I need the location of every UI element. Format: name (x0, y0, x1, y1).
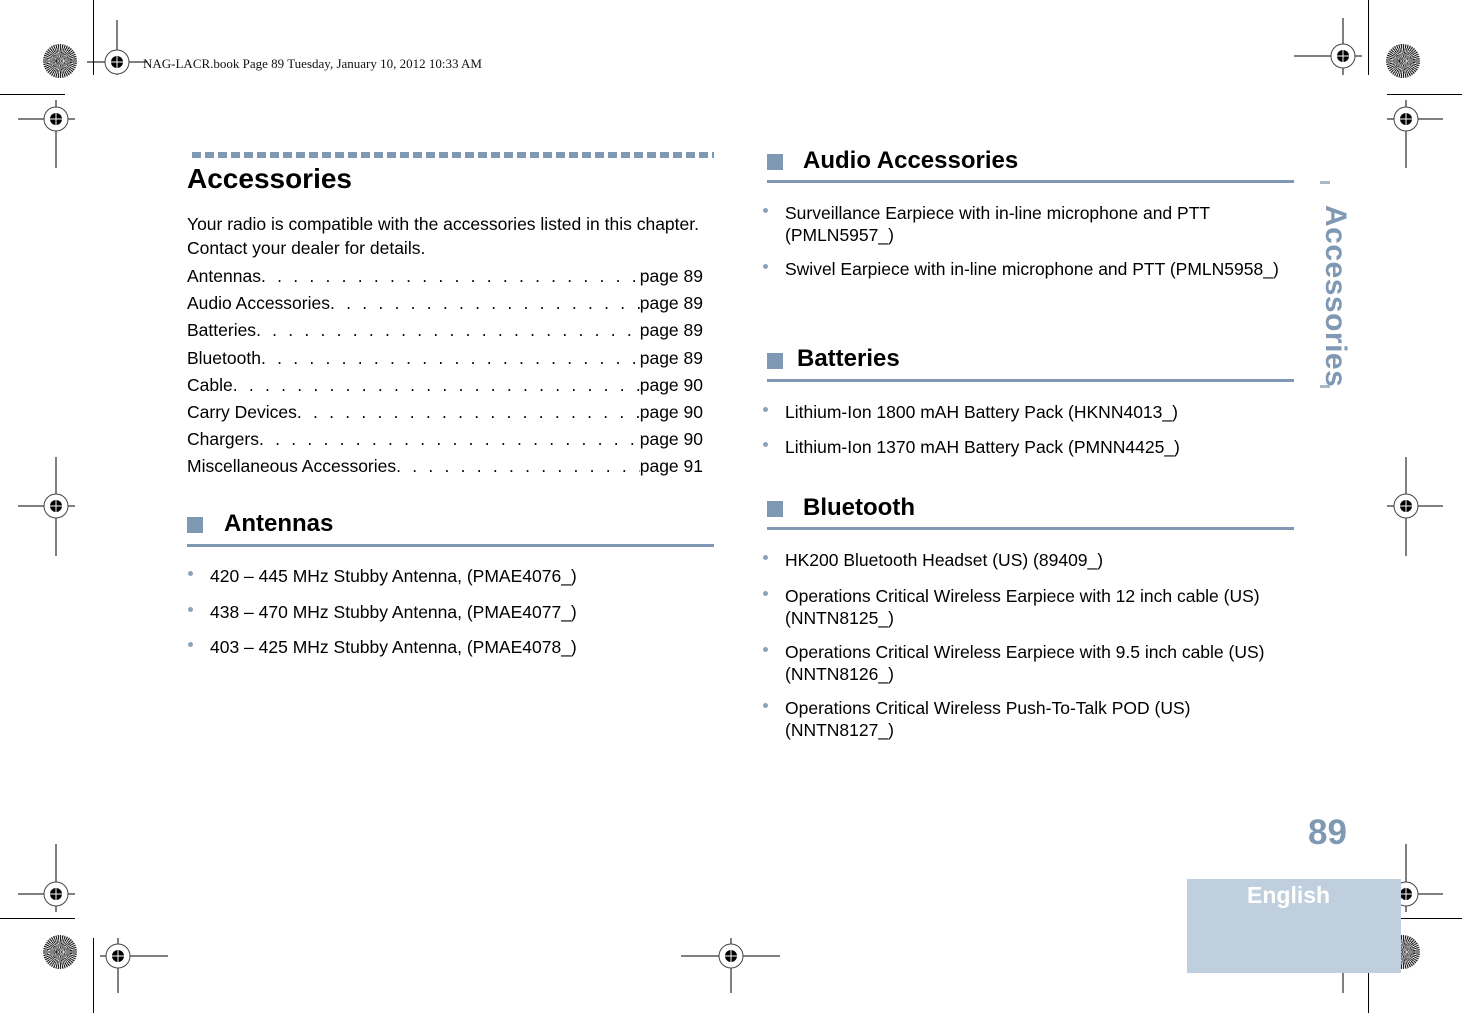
toc-label: Batteries (187, 320, 257, 341)
list-item: Operations Critical Wireless Earpiece wi… (762, 641, 1296, 685)
toc-label: Cable (187, 374, 233, 395)
section-title: Bluetooth (803, 494, 915, 521)
toc-label: Audio Accessories (187, 293, 330, 314)
toc-entry-chargers[interactable]: Chargers page 90 (187, 426, 703, 453)
toc-leader (330, 290, 640, 317)
section-square-icon (187, 517, 203, 533)
toc-page: page 89 (639, 320, 703, 341)
toc-entry-bluetooth[interactable]: Bluetooth page 89 (187, 345, 703, 372)
bullet-icon (763, 647, 768, 652)
list-item: Surveillance Earpiece with in-line micro… (762, 202, 1292, 246)
toc-leader (261, 263, 640, 290)
toc-label: Antennas (187, 266, 261, 286)
section-title: Batteries (797, 345, 900, 372)
list-item: HK200 Bluetooth Headset (US) (89409_) (762, 549, 1296, 571)
list-item: Lithium-Ion 1370 mAH Battery Pack (PMNN4… (762, 436, 1292, 458)
toc-page: page 89 (639, 347, 703, 368)
toc-label: Bluetooth (187, 347, 261, 368)
toc-leader (396, 453, 640, 480)
bullet-icon (763, 208, 768, 213)
section-heading-bluetooth: Bluetooth (767, 491, 1294, 533)
table-of-contents: Antennas page 89 Audio Accessories page 89… (187, 263, 703, 481)
bullet-icon (763, 703, 768, 708)
toc-page: page 90 (639, 401, 703, 422)
section-square-icon (767, 501, 783, 517)
section-rule (187, 544, 714, 547)
side-tab-tick (1320, 385, 1330, 388)
side-tab-label: Accessories (1319, 205, 1352, 388)
section-square-icon (767, 154, 783, 170)
bullet-icon (763, 264, 768, 269)
toc-leader (233, 372, 640, 399)
bullet-icon (763, 555, 768, 560)
side-tab-tick (1320, 181, 1330, 184)
list-item: Swivel Earpiece with in-line microphone … (762, 258, 1292, 280)
list-item: 438 – 470 MHz Stubby Antenna, (PMAE4077_… (187, 601, 707, 623)
list-item: Lithium-Ion 1800 mAH Battery Pack (HKNN4… (762, 401, 1292, 423)
section-rule (767, 180, 1294, 183)
toc-label: Chargers (187, 429, 259, 450)
toc-entry-antennas[interactable]: Antennas page 89 (187, 263, 703, 290)
section-square-icon (767, 353, 783, 369)
bullet-icon (188, 606, 193, 612)
toc-entry-cable[interactable]: Cable page 90 (187, 372, 703, 399)
language-label: English (1247, 882, 1331, 908)
section-heading-audio-accessories: Audio Accessories (767, 144, 1294, 186)
toc-entry-carry-devices[interactable]: Carry Devices page 90 (187, 399, 703, 426)
section-rule (767, 527, 1294, 530)
bluetooth-list: HK200 Bluetooth Headset (US) (89409_) Op… (762, 549, 1296, 741)
toc-entry-batteries[interactable]: Batteries page 89 (187, 317, 703, 344)
toc-page: page 89 (639, 293, 703, 314)
audio-accessories-list: Surveillance Earpiece with in-line micro… (762, 202, 1292, 280)
section-title: Antennas (224, 510, 334, 537)
toc-entry-audio-accessories[interactable]: Audio Accessories page 89 (187, 290, 703, 317)
toc-entry-miscellaneous[interactable]: Miscellaneous Accessories page 91 (187, 453, 703, 480)
toc-leader (297, 399, 640, 426)
chapter-dashed-rule (192, 152, 714, 158)
toc-label: Carry Devices (187, 401, 297, 422)
batteries-list: Lithium-Ion 1800 mAH Battery Pack (HKNN4… (762, 401, 1292, 458)
section-heading-batteries: Batteries (767, 342, 1294, 384)
chapter-intro: Your radio is compatible with the access… (187, 214, 699, 258)
language-box: English (1187, 879, 1401, 973)
toc-page: page 89 (639, 266, 703, 286)
list-item: 403 – 425 MHz Stubby Antenna, (PMAE4078_… (187, 636, 707, 658)
list-item: Operations Critical Wireless Push-To-Tal… (762, 697, 1296, 741)
toc-leader (259, 426, 640, 453)
toc-page: page 91 (639, 456, 703, 477)
bullet-icon (763, 407, 768, 412)
toc-label: Miscellaneous Accessories (187, 456, 397, 477)
list-item: Operations Critical Wireless Earpiece wi… (762, 585, 1296, 629)
bullet-icon (763, 442, 768, 447)
list-item: 420 – 445 MHz Stubby Antenna, (PMAE4076_… (187, 565, 707, 587)
toc-leader (256, 317, 640, 344)
page-number: 89 (1308, 813, 1347, 852)
toc-page: page 90 (639, 374, 703, 395)
toc-page: page 90 (639, 429, 703, 450)
chapter-title: Accessories (187, 163, 353, 194)
toc-leader (261, 345, 640, 372)
bullet-icon (763, 591, 768, 596)
section-heading-antennas: Antennas (187, 508, 714, 548)
bullet-icon (188, 642, 193, 647)
section-title: Audio Accessories (803, 147, 1019, 174)
antennas-list: 420 – 445 MHz Stubby Antenna, (PMAE4076_… (187, 565, 707, 658)
chapter-side-tab: Accessories (1318, 181, 1354, 388)
bullet-icon (188, 571, 193, 576)
section-rule (767, 379, 1294, 382)
